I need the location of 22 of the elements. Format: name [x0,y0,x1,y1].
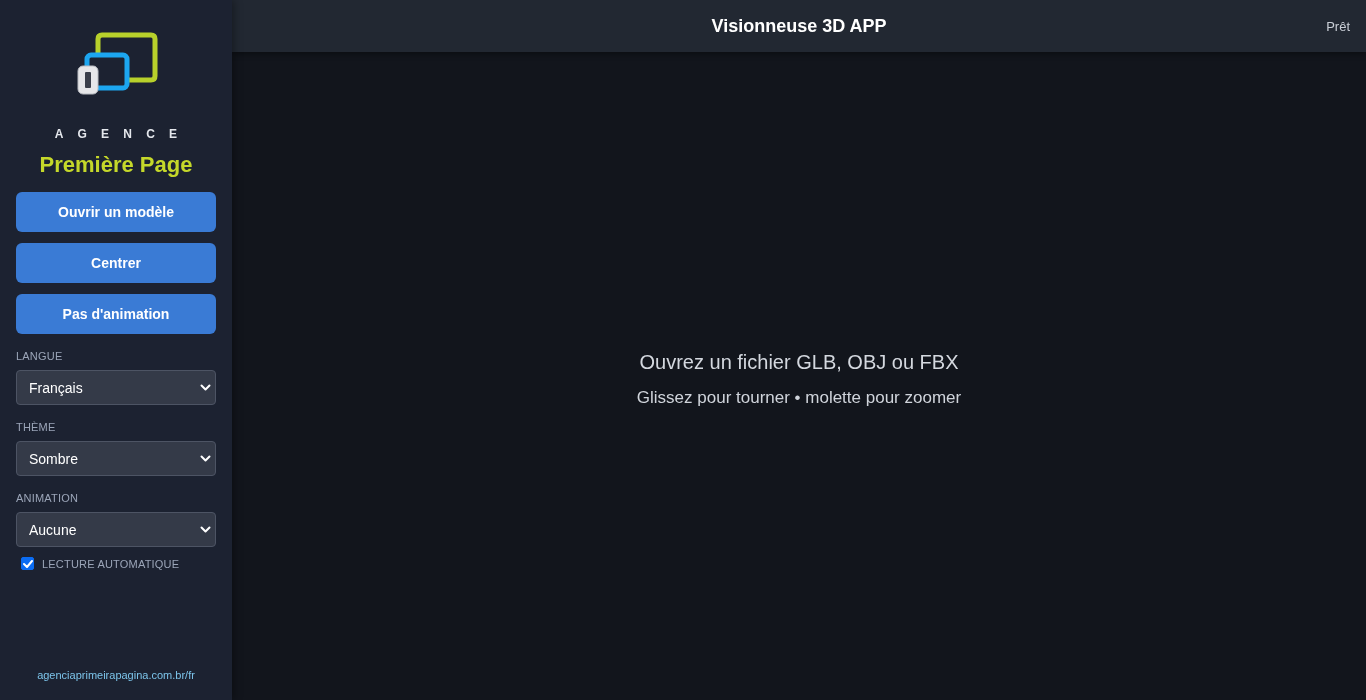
action-button[interactable]: Centrer [16,243,216,283]
animation-select[interactable]: Aucune [16,512,216,547]
action-button[interactable]: Ouvrir un modèle [16,192,216,232]
app-title: Visionneuse 3D APP [711,15,887,37]
website-link[interactable]: agenciaprimeirapagina.com.br/fr [37,669,195,681]
empty-state-heading: Ouvrez un fichier GLB, OBJ ou FBX [639,350,959,374]
language-label: LANGUE [16,350,64,363]
chevron-down-icon [200,526,211,533]
brand-name: Première Page [39,152,193,178]
agency-label: AGENCE [53,127,192,141]
autoplay-checkbox[interactable] [21,557,34,570]
status-text: Prêt [1326,19,1350,34]
logo-icon [75,31,158,96]
chevron-down-icon [200,455,211,462]
animation-label: ANIMATION [16,492,80,505]
theme-select[interactable]: Sombre [16,441,216,476]
language-select[interactable]: Français [16,370,216,405]
theme-label: THÈME [16,421,57,434]
action-button[interactable]: Pas d'animation [16,294,216,334]
autoplay-label: LECTURE AUTOMATIQUE [42,557,180,570]
empty-state-hint: Glissez pour tourner • molette pour zoomer [636,388,962,408]
chevron-down-icon [200,384,211,391]
